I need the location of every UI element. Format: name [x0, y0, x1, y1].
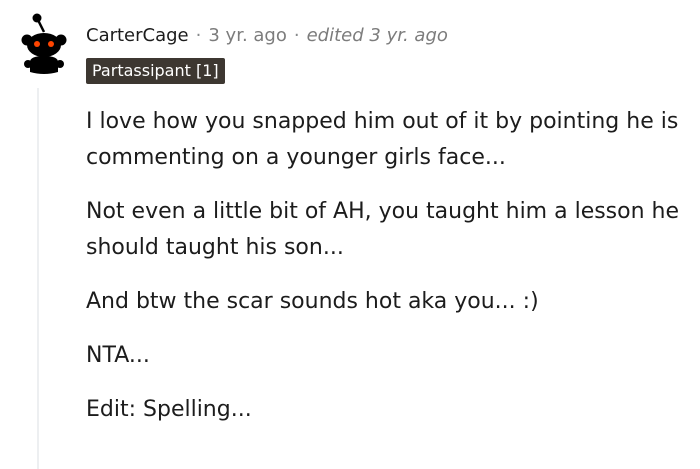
- comment-paragraph: I love how you snapped him out of it by …: [86, 109, 679, 170]
- meta-separator: ·: [293, 24, 300, 46]
- snoo-avatar-icon[interactable]: [16, 12, 72, 76]
- comment-body: I love how you snapped him out of it by …: [86, 104, 692, 446]
- thread-collapse-line[interactable]: [37, 88, 39, 469]
- comment-paragraph: NTA...: [86, 343, 150, 368]
- meta-separator: ·: [195, 24, 202, 46]
- comment-paragraph: And btw the scar sounds hot aka you... :…: [86, 289, 539, 314]
- author-link[interactable]: CarterCage: [86, 25, 189, 46]
- comment: CarterCage · 3 yr. ago · edited 3 yr. ag…: [0, 0, 700, 469]
- comment-paragraph: Edit: Spelling...: [86, 397, 252, 422]
- edited-label: edited 3 yr. ago: [306, 24, 448, 46]
- user-flair-badge: Partassipant [1]: [86, 58, 225, 84]
- comment-paragraph: Not even a little bit of AH, you taught …: [86, 199, 680, 260]
- comment-timestamp[interactable]: 3 yr. ago: [208, 25, 287, 46]
- comment-meta: CarterCage · 3 yr. ago · edited 3 yr. ag…: [86, 22, 448, 48]
